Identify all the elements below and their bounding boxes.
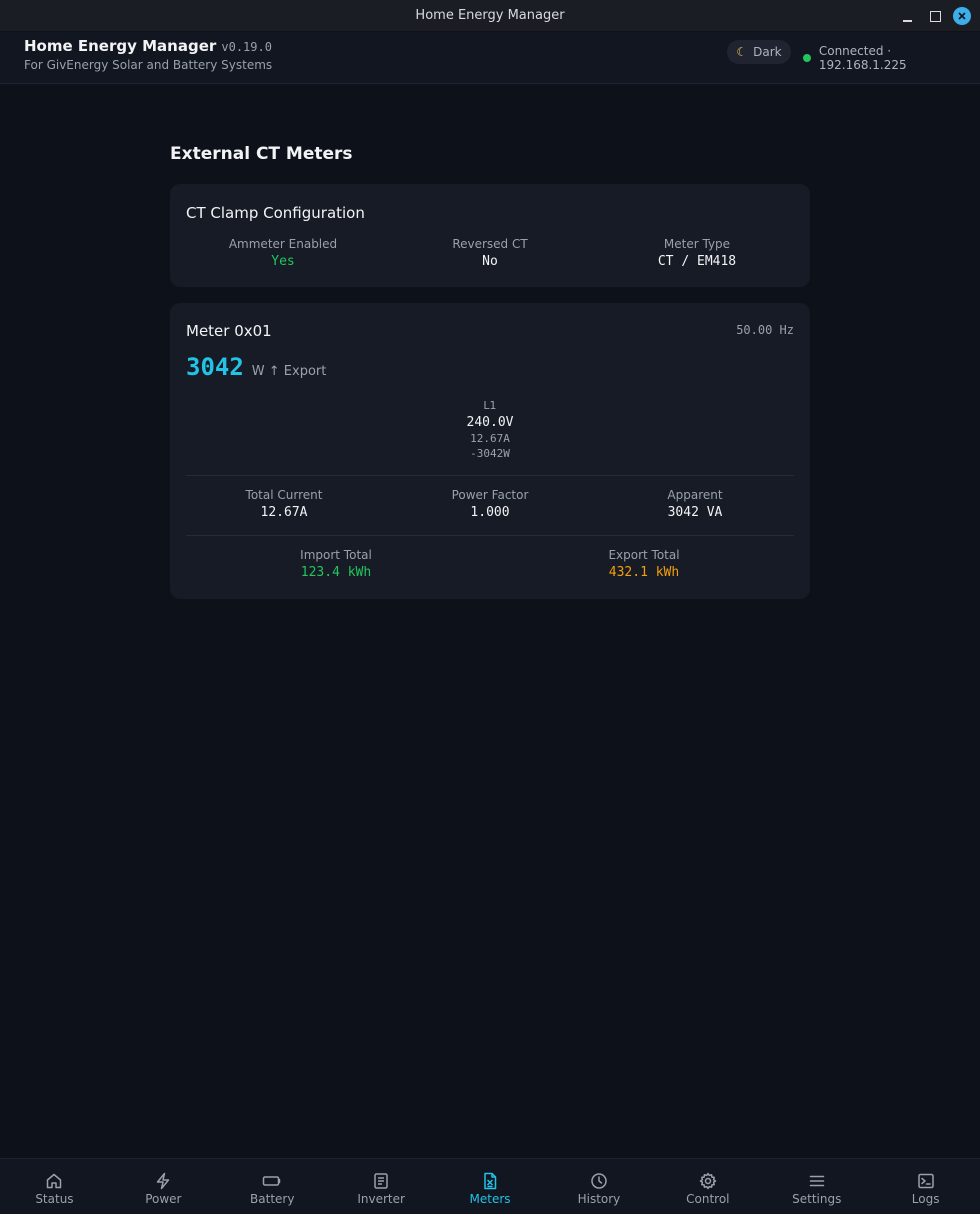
stat-value: 432.1 kWh bbox=[608, 565, 680, 580]
window-titlebar: Home Energy Manager bbox=[0, 0, 980, 32]
close-button[interactable] bbox=[953, 7, 971, 25]
nav-item-status[interactable]: Status bbox=[0, 1159, 109, 1214]
total-current-stat: Total Current 12.67A bbox=[246, 488, 323, 520]
phase-l1: L1 240.0V 12.67A -3042W bbox=[170, 399, 810, 460]
nav-item-logs[interactable]: Logs bbox=[871, 1159, 980, 1214]
stat-value: 123.4 kWh bbox=[300, 565, 372, 580]
document-icon bbox=[374, 1173, 388, 1189]
brand: Home Energy Manager v0.19.0 For GivEnerg… bbox=[24, 36, 272, 72]
page-title: External CT Meters bbox=[170, 144, 353, 164]
close-icon bbox=[958, 12, 966, 20]
nav-label: Meters bbox=[469, 1192, 511, 1206]
apparent-stat: Apparent 3042 VA bbox=[667, 488, 722, 520]
meter-title: Meter 0x01 bbox=[186, 322, 272, 340]
divider bbox=[186, 535, 794, 536]
app-subtitle: For GivEnergy Solar and Battery Systems bbox=[24, 58, 273, 72]
moon-icon: ☾ bbox=[736, 45, 748, 59]
home-icon bbox=[47, 1173, 62, 1189]
stat-value: 3042 VA bbox=[667, 505, 723, 520]
stat-label: Export Total bbox=[608, 548, 680, 562]
stat-label: Ammeter Enabled bbox=[228, 237, 338, 251]
nav-label: Battery bbox=[250, 1192, 295, 1206]
stat-value: CT / EM418 bbox=[657, 254, 737, 269]
stat-label: Reversed CT bbox=[452, 237, 528, 251]
nav-label: Status bbox=[35, 1192, 74, 1206]
meter-card: Meter 0x01 50.00 Hz 3042 W ↑ Export L1 2… bbox=[170, 303, 810, 599]
nav-label: Power bbox=[145, 1192, 182, 1206]
app-name: Home Energy Manager bbox=[24, 37, 217, 55]
app-version: v0.19.0 bbox=[221, 40, 272, 54]
stat-value: 12.67A bbox=[260, 505, 308, 520]
nav-label: Inverter bbox=[357, 1192, 405, 1206]
divider bbox=[186, 475, 794, 476]
nav-item-inverter[interactable]: Inverter bbox=[327, 1159, 436, 1214]
phase-voltage: 240.0V bbox=[466, 415, 514, 430]
nav-label: Control bbox=[686, 1192, 730, 1206]
nav-item-settings[interactable]: Settings bbox=[762, 1159, 871, 1214]
nav-item-power[interactable]: Power bbox=[109, 1159, 218, 1214]
battery-icon bbox=[262, 1176, 281, 1186]
ammeter-enabled-stat: Ammeter Enabled Yes bbox=[229, 237, 337, 269]
terminal-icon bbox=[917, 1173, 934, 1189]
lightning-icon bbox=[157, 1172, 170, 1190]
stat-value: 1.000 bbox=[470, 505, 510, 520]
stat-label: Import Total bbox=[300, 548, 372, 562]
connection-dot-icon bbox=[803, 54, 811, 62]
phase-current: 12.67A bbox=[470, 432, 510, 445]
nav-label: History bbox=[577, 1192, 621, 1206]
nav-item-history[interactable]: History bbox=[545, 1159, 654, 1214]
export-total-stat: Export Total 432.1 kWh bbox=[608, 548, 679, 580]
stat-label: Total Current bbox=[245, 488, 323, 502]
power-factor-stat: Power Factor 1.000 bbox=[452, 488, 529, 520]
minimize-button[interactable] bbox=[899, 7, 917, 25]
connection-text: Connected · 192.168.1.225 bbox=[818, 44, 907, 72]
connection-status: Connected · 192.168.1.225 bbox=[803, 44, 980, 72]
power-value: 3042 bbox=[186, 353, 244, 381]
meter-frequency: 50.00 Hz bbox=[736, 323, 794, 337]
import-total-stat: Import Total 123.4 kWh bbox=[300, 548, 372, 580]
ct-config-title: CT Clamp Configuration bbox=[186, 204, 365, 222]
power-unit: W ↑ Export bbox=[251, 364, 327, 379]
bottom-nav: Status Power Battery Inverter Meters His… bbox=[0, 1158, 980, 1214]
phase-power: -3042W bbox=[470, 447, 510, 460]
window-title: Home Energy Manager bbox=[415, 8, 565, 23]
menu-icon bbox=[809, 1175, 824, 1187]
meter-icon bbox=[484, 1172, 497, 1190]
nav-item-control[interactable]: Control bbox=[653, 1159, 762, 1214]
maximize-button[interactable] bbox=[926, 7, 944, 25]
nav-item-meters[interactable]: Meters bbox=[436, 1159, 545, 1214]
gear-icon bbox=[699, 1172, 717, 1190]
app-header: Home Energy Manager v0.19.0 For GivEnerg… bbox=[0, 32, 980, 84]
phase-label: L1 bbox=[483, 399, 497, 412]
stat-label: Meter Type bbox=[663, 237, 731, 251]
stat-value: Yes bbox=[271, 254, 295, 269]
theme-toggle-button[interactable]: ☾ Dark bbox=[727, 40, 791, 64]
stat-label: Power Factor bbox=[451, 488, 529, 502]
meter-power: 3042 W ↑ Export bbox=[186, 353, 326, 381]
nav-label: Settings bbox=[792, 1192, 842, 1206]
nav-item-battery[interactable]: Battery bbox=[218, 1159, 327, 1214]
nav-label: Logs bbox=[911, 1192, 940, 1206]
ct-config-card: CT Clamp Configuration Ammeter Enabled Y… bbox=[170, 184, 810, 287]
stat-label: Apparent bbox=[667, 488, 723, 502]
clock-icon bbox=[591, 1173, 607, 1189]
theme-label: Dark bbox=[753, 45, 782, 59]
stat-value: No bbox=[482, 254, 498, 269]
meter-type-stat: Meter Type CT / EM418 bbox=[658, 237, 736, 269]
reversed-ct-stat: Reversed CT No bbox=[452, 237, 527, 269]
